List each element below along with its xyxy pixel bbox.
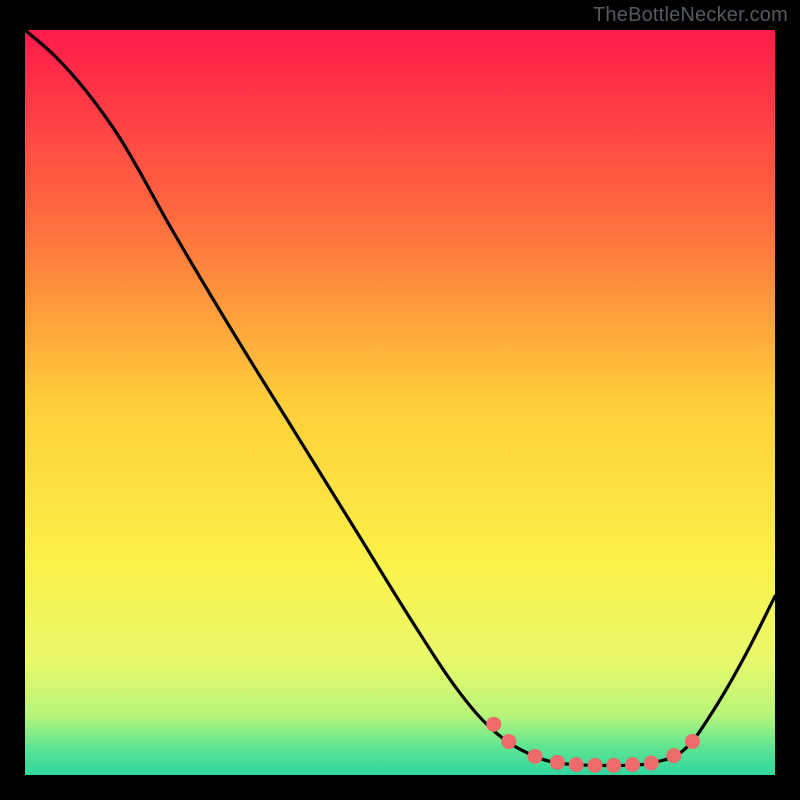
attribution-text: TheBottleNecker.com — [593, 4, 788, 27]
data-marker — [666, 748, 681, 763]
data-marker — [528, 749, 543, 764]
chart-svg — [25, 30, 775, 775]
chart-container: TheBottleNecker.com — [0, 0, 800, 800]
gradient-background — [25, 30, 775, 775]
plot-area — [25, 30, 775, 775]
data-marker — [550, 755, 565, 770]
data-marker — [685, 734, 700, 749]
data-marker — [606, 758, 621, 773]
data-marker — [588, 758, 603, 773]
data-marker — [644, 756, 659, 771]
data-marker — [625, 757, 640, 772]
data-marker — [569, 757, 584, 772]
data-marker — [486, 717, 501, 732]
data-marker — [501, 734, 516, 749]
